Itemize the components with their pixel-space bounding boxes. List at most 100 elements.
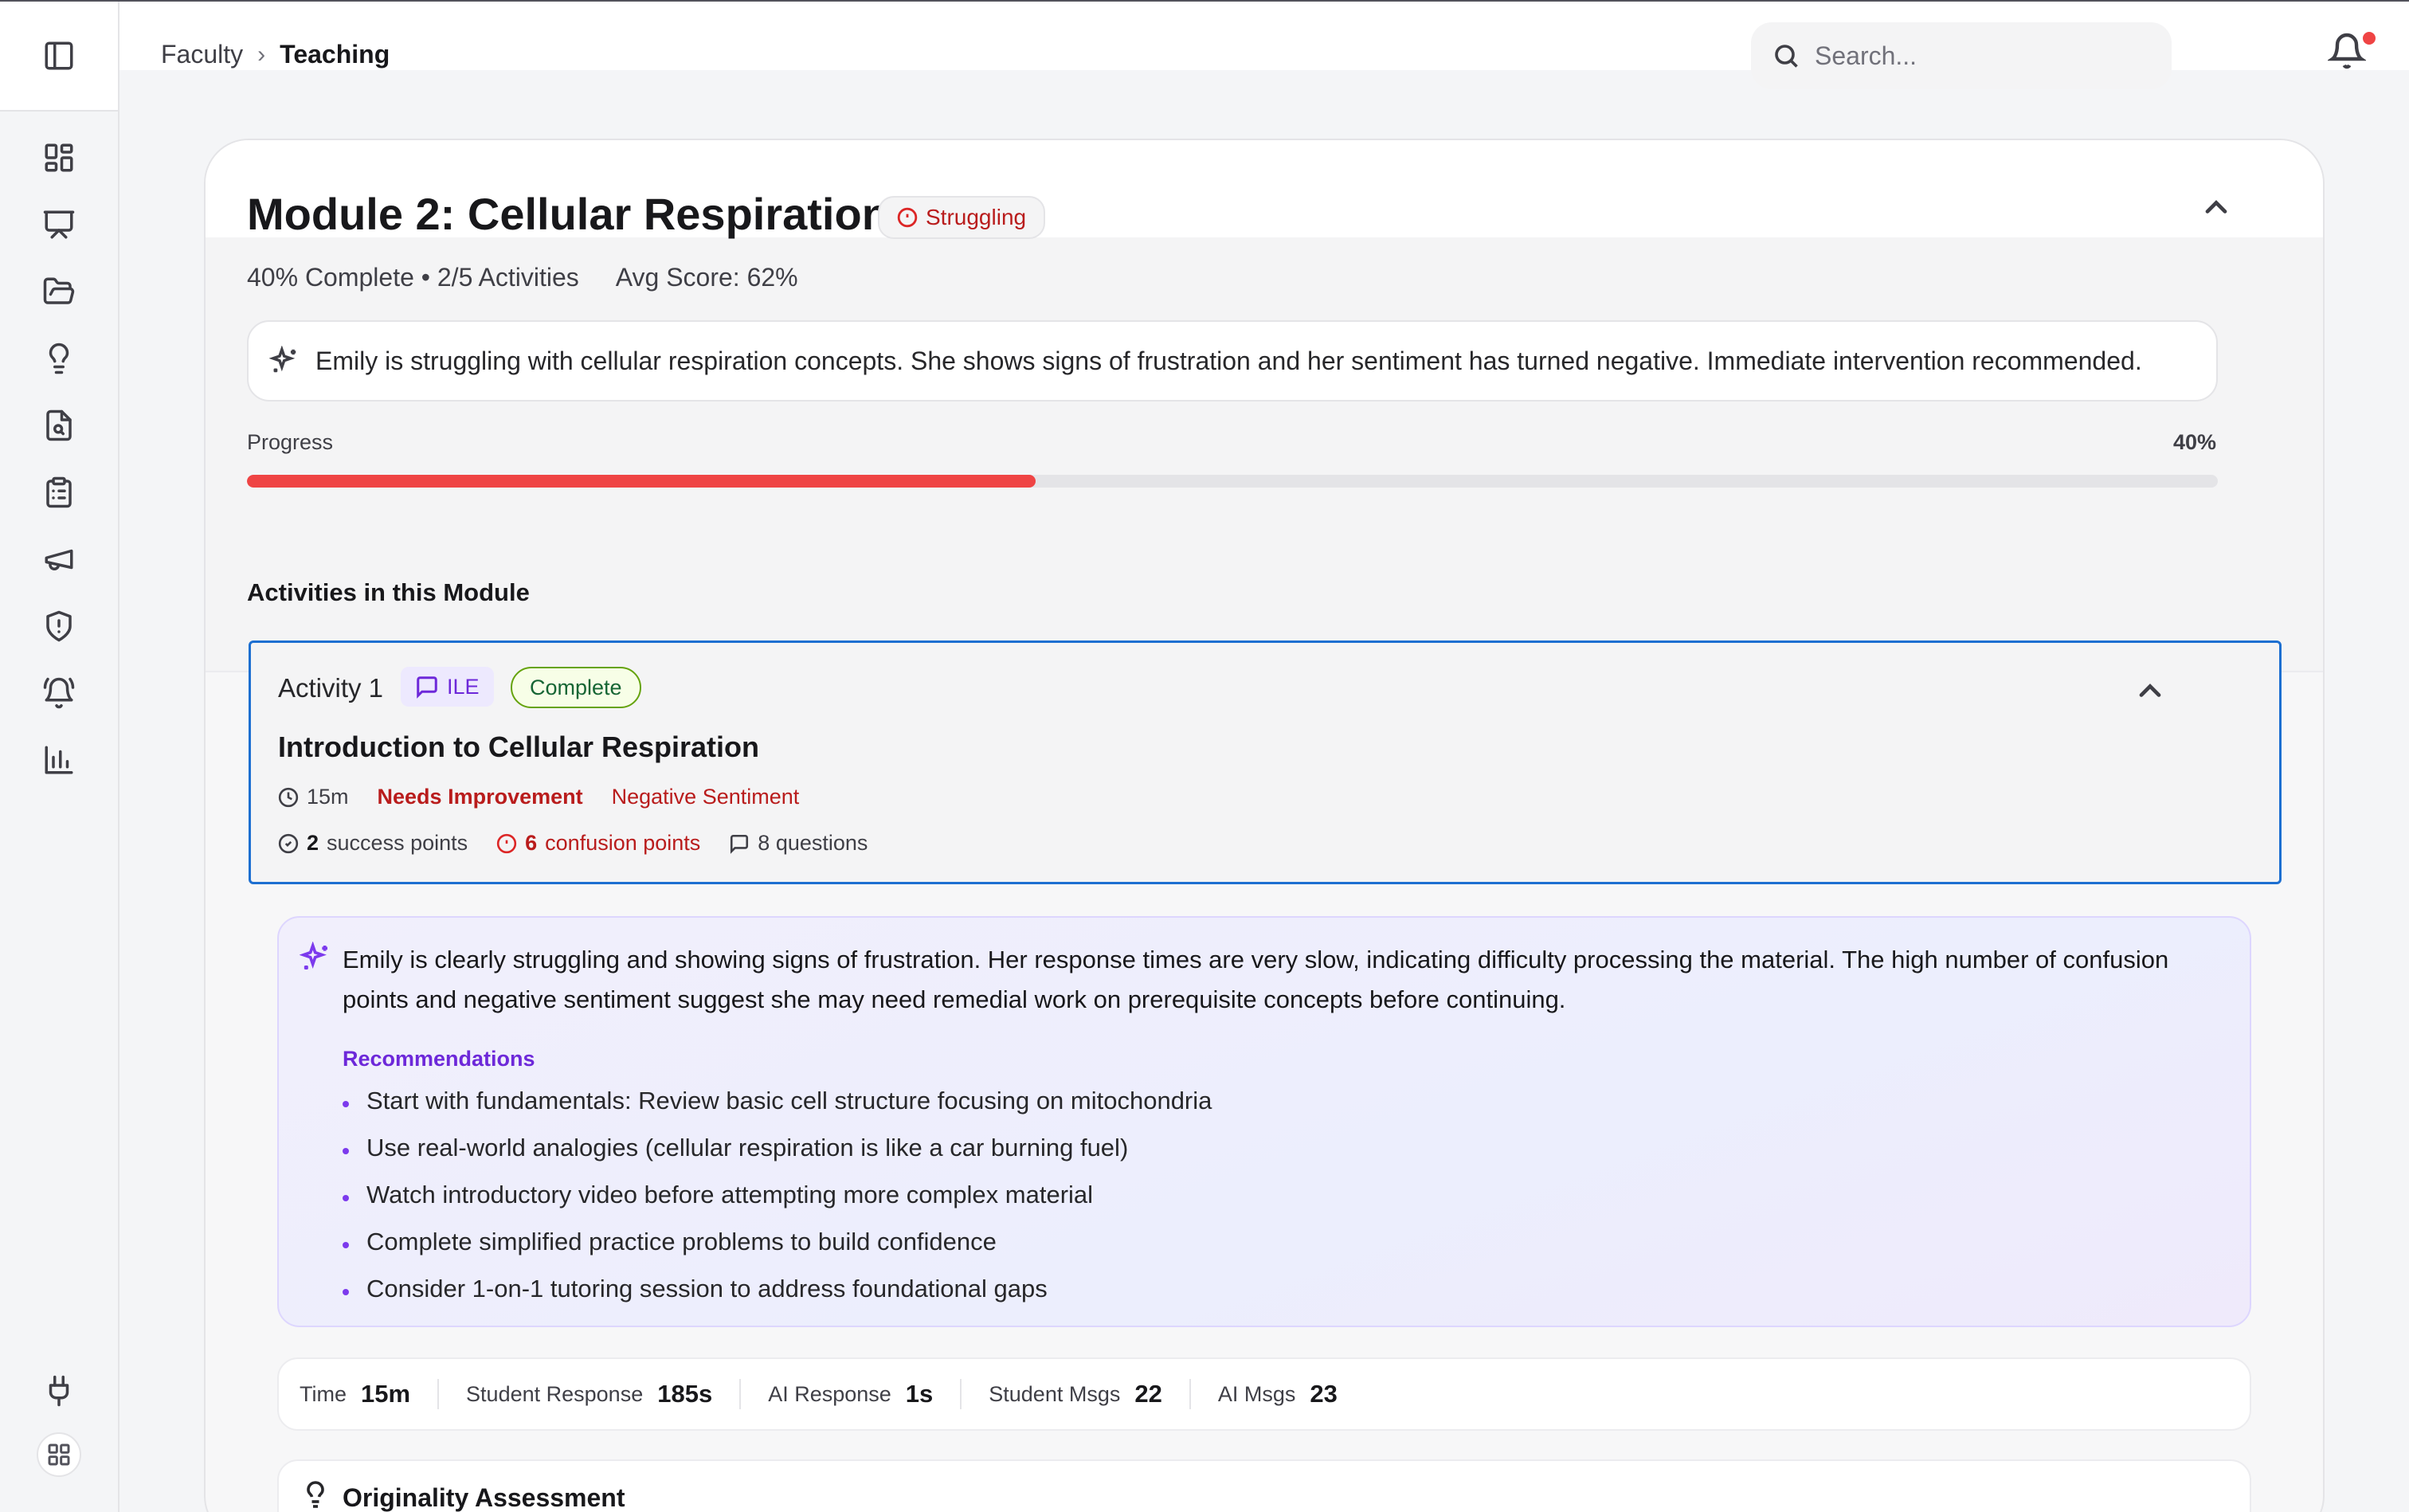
breadcrumb-separator: ›: [257, 41, 266, 68]
metric-label: Student Response: [466, 1381, 644, 1406]
metric-value: 1s: [905, 1380, 934, 1408]
ai-analysis-panel: Emily is clearly struggling and showing …: [277, 916, 2251, 1327]
activity-status-badge: Complete: [511, 667, 641, 708]
sparkles-icon: [269, 346, 296, 373]
activity-meta: 15m Needs Improvement Negative Sentiment: [278, 785, 799, 809]
chevron-up-icon: [2205, 200, 2227, 213]
metric-ai-response: AI Response 1s: [741, 1379, 962, 1409]
metric-label: AI Response: [768, 1381, 891, 1406]
progress-value: 40%: [2173, 430, 2217, 454]
activity-time-value: 15m: [307, 785, 349, 809]
file-search-icon[interactable]: [40, 406, 78, 445]
message-square-icon: [417, 676, 437, 699]
questions-label: 8 questions: [758, 831, 868, 855]
success-count: 2: [307, 831, 319, 855]
megaphone-icon[interactable]: [40, 540, 78, 578]
module-completion: 40% Complete • 2/5 Activities: [247, 263, 579, 292]
metric-value: 15m: [361, 1380, 411, 1408]
bullet-icon: [343, 1100, 349, 1107]
bullet-icon: [343, 1194, 349, 1201]
recommendation-item: Watch introductory video before attempti…: [343, 1171, 1212, 1218]
plug-icon[interactable]: [40, 1372, 78, 1410]
check-circle-icon: [278, 833, 299, 853]
clipboard-list-icon[interactable]: [40, 473, 78, 511]
metric-label: Time: [300, 1381, 347, 1406]
metric-value: 185s: [657, 1380, 713, 1408]
recommendation-text: Start with fundamentals: Review basic ce…: [366, 1086, 1212, 1114]
search-icon: [1775, 45, 1798, 68]
search-box[interactable]: [1751, 22, 2172, 89]
ai-insight-text: Emily is struggling with cellular respir…: [315, 346, 2142, 375]
recommendations-title: Recommendations: [343, 1047, 535, 1071]
breadcrumb-parent-link[interactable]: Faculty: [161, 40, 243, 69]
activity-number: Activity 1: [278, 673, 384, 703]
metric-student-msgs: Student Msgs 22: [962, 1379, 1191, 1409]
success-label: success points: [327, 831, 468, 855]
folder-open-icon[interactable]: [40, 272, 78, 311]
activity-time: 15m: [278, 785, 349, 809]
success-points: 2 success points: [278, 831, 468, 856]
metric-ai-msgs: AI Msgs 23: [1191, 1379, 1365, 1409]
sparkles-icon: [299, 941, 331, 977]
recommendations-list: Start with fundamentals: Review basic ce…: [343, 1077, 1212, 1312]
recommendation-text: Complete simplified practice problems to…: [366, 1227, 997, 1255]
ai-insight-box: Emily is struggling with cellular respir…: [247, 320, 2218, 402]
activities-section-title: Activities in this Module: [247, 578, 530, 606]
status-badge-label: Struggling: [926, 205, 1027, 229]
alert-circle-icon: [496, 833, 517, 853]
bell-icon: [2326, 33, 2368, 69]
progress-label: Progress: [247, 430, 334, 454]
notifications-button[interactable]: [2326, 32, 2376, 76]
activity-type-label: ILE: [447, 674, 480, 699]
bar-chart-icon[interactable]: [40, 741, 78, 779]
module-stats: 40% Complete • 2/5 Activities Avg Score:…: [247, 263, 798, 292]
performance-label: Needs Improvement: [377, 785, 583, 809]
search-input[interactable]: [1815, 41, 2149, 71]
metric-value: 23: [1310, 1380, 1338, 1408]
lightbulb-icon: [301, 1480, 330, 1512]
activity-points: 2 success points 6 confusion points 8 qu…: [278, 831, 868, 856]
progress-bar: [247, 475, 2218, 488]
activity-type-badge: ILE: [401, 667, 494, 707]
module-avg-score: Avg Score: 62%: [615, 263, 798, 292]
bullet-icon: [343, 1241, 349, 1248]
metric-time: Time 15m: [300, 1379, 440, 1409]
shield-alert-icon[interactable]: [40, 607, 78, 645]
recommendation-text: Use real-world analogies (cellular respi…: [366, 1133, 1129, 1161]
originality-assessment-panel[interactable]: Originality Assessment: [277, 1459, 2251, 1512]
grid-icon: [48, 1443, 70, 1466]
recommendation-item: Consider 1-on-1 tutoring session to addr…: [343, 1265, 1212, 1312]
collapse-activity-button[interactable]: [2133, 673, 2168, 708]
lightbulb-icon[interactable]: [40, 339, 78, 378]
collapse-module-button[interactable]: [2199, 190, 2234, 225]
top-header: Faculty › Teaching: [119, 2, 2409, 110]
alarm-bell-icon[interactable]: [40, 674, 78, 712]
recommendation-text: Consider 1-on-1 tutoring session to addr…: [366, 1274, 1048, 1302]
alert-circle-icon: [897, 207, 918, 228]
dashboard-icon[interactable]: [40, 139, 78, 177]
sentiment-label: Negative Sentiment: [611, 785, 800, 809]
recommendation-item: Use real-world analogies (cellular respi…: [343, 1124, 1212, 1171]
confusion-points: 6 confusion points: [496, 831, 700, 856]
metric-value: 22: [1134, 1380, 1162, 1408]
clock-icon: [278, 787, 299, 807]
bullet-icon: [343, 1288, 349, 1295]
sidebar-toggle-icon[interactable]: [40, 37, 78, 75]
activity-metrics-bar: Time 15m Student Response 185s AI Respon…: [277, 1357, 2251, 1431]
message-square-icon: [731, 834, 749, 854]
notification-dot: [2363, 32, 2376, 45]
originality-title: Originality Assessment: [343, 1483, 625, 1512]
activity-card[interactable]: Activity 1 ILE Complete Introduction to …: [249, 640, 2282, 884]
apps-grid-button[interactable]: [37, 1432, 81, 1477]
questions-count: 8 questions: [729, 831, 868, 856]
confusion-label: confusion points: [545, 831, 701, 855]
chevron-up-icon: [2139, 684, 2161, 697]
recommendation-item: Start with fundamentals: Review basic ce…: [343, 1077, 1212, 1124]
presentation-icon[interactable]: [40, 206, 78, 244]
confusion-count: 6: [525, 831, 538, 855]
sidebar: [0, 2, 119, 1512]
progress-bar-fill: [247, 475, 1036, 488]
breadcrumb-current: Teaching: [280, 40, 390, 69]
metric-student-response: Student Response 185s: [439, 1379, 742, 1409]
bullet-icon: [343, 1147, 349, 1154]
